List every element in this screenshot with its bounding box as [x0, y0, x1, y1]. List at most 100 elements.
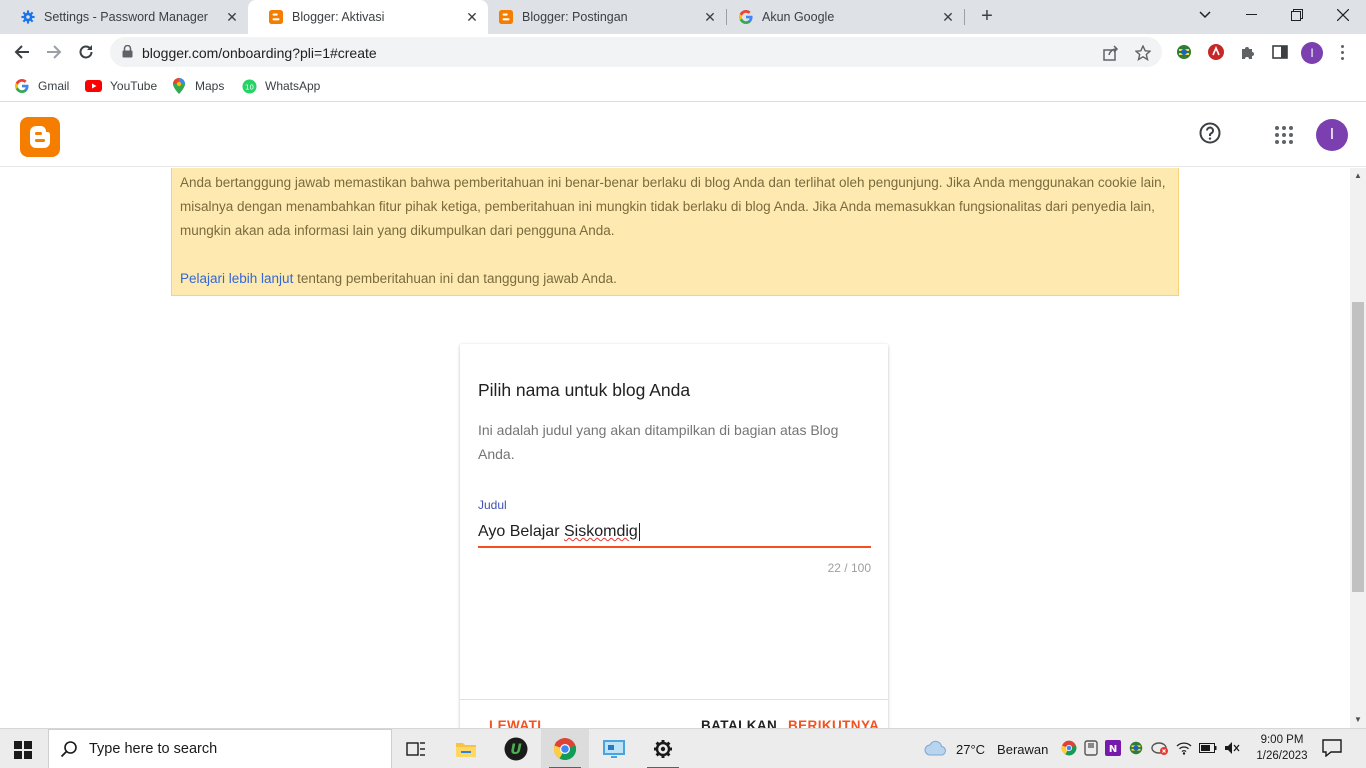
blogger-logo[interactable]	[20, 117, 60, 157]
title-field-label: Judul	[478, 498, 507, 512]
typed-text: Ayo Belajar	[478, 523, 564, 540]
device-tray-icon[interactable]	[1084, 739, 1098, 759]
browser-toolbar: blogger.com/onboarding?pli=1#create I	[0, 34, 1366, 70]
blog-name-dialog: Pilih nama untuk blog Anda Ini adalah ju…	[460, 344, 888, 728]
extension-red-icon[interactable]	[1206, 42, 1226, 62]
tab-akun-google[interactable]: Akun Google ✕	[728, 0, 964, 34]
bookmark-youtube[interactable]: YouTube	[84, 76, 157, 96]
side-panel-icon[interactable]	[1270, 42, 1290, 62]
file-explorer-icon[interactable]	[442, 729, 490, 768]
cancel-button[interactable]: BATALKAN	[701, 718, 777, 728]
tab-separator	[964, 9, 965, 25]
next-button[interactable]: BERIKUTNYA	[788, 718, 879, 728]
close-icon[interactable]: ✕	[938, 7, 958, 27]
blog-title-input[interactable]: Ayo Belajar Siskomdig	[478, 518, 871, 548]
wifi-icon[interactable]	[1176, 741, 1192, 758]
svg-text:U: U	[510, 742, 522, 758]
chrome-tray-icon[interactable]	[1061, 740, 1077, 759]
close-icon[interactable]: ✕	[222, 7, 242, 27]
restore-button[interactable]	[1274, 0, 1320, 30]
bookmark-label: Maps	[195, 79, 225, 93]
account-avatar[interactable]: I	[1316, 119, 1348, 151]
learn-more-link[interactable]: Pelajari lebih lanjut	[180, 271, 293, 286]
cookie-notice-banner: Anda bertanggung jawab memastikan bahwa …	[171, 168, 1179, 296]
learn-more-suffix: tentang pemberitahuan ini dan tanggung j…	[293, 271, 617, 286]
windows-start-icon[interactable]	[14, 741, 32, 759]
dialog-description: Ini adalah judul yang akan ditampilkan d…	[478, 422, 839, 462]
new-tab-button[interactable]: +	[976, 6, 998, 28]
extensions-puzzle-icon[interactable]	[1238, 42, 1258, 62]
bookmark-label: WhatsApp	[265, 79, 321, 93]
dialog-footer-divider	[460, 699, 888, 700]
tab-blogger-postingan[interactable]: Blogger: Postingan ✕	[488, 0, 726, 34]
browser-menu-icon[interactable]	[1334, 42, 1350, 62]
bookmark-gmail[interactable]: Gmail	[14, 76, 69, 96]
bookmark-star-icon[interactable]	[1134, 44, 1152, 62]
back-arrow-icon[interactable]	[10, 40, 34, 64]
text-caret	[638, 523, 640, 541]
skip-button[interactable]: LEWATI	[489, 718, 541, 728]
tab-blogger-aktivasi[interactable]: Blogger: Aktivasi ✕	[248, 0, 488, 34]
address-bar[interactable]: blogger.com/onboarding?pli=1#create	[110, 37, 1162, 67]
speaker-muted-icon[interactable]	[1224, 741, 1240, 758]
app-u-icon[interactable]: U	[492, 729, 540, 768]
taskbar-clock[interactable]: 9:00 PM 1/26/2023	[1250, 732, 1314, 764]
cloud-icon	[924, 740, 948, 759]
gear-icon	[20, 9, 36, 25]
tab-settings-password-manager[interactable]: Settings - Password Manager ✕	[0, 0, 248, 34]
task-view-icon[interactable]	[392, 729, 440, 768]
clock-date: 1/26/2023	[1256, 750, 1308, 762]
windows-taskbar: Type here to search U 27°C Berawan N 9:0…	[0, 728, 1366, 768]
google-apps-grid-icon[interactable]	[1274, 125, 1294, 145]
whatsapp-badge: 10	[245, 83, 254, 91]
scroll-down-arrow-icon[interactable]: ▼	[1354, 716, 1362, 724]
browser-tab-strip: Settings - Password Manager ✕ Blogger: A…	[0, 0, 1366, 34]
notification-icon[interactable]	[1322, 739, 1344, 759]
taskbar-search-box[interactable]: Type here to search	[48, 729, 392, 768]
profile-avatar[interactable]: I	[1301, 42, 1323, 64]
notice-text: Anda bertanggung jawab memastikan bahwa …	[180, 175, 1166, 238]
close-window-button[interactable]	[1320, 0, 1366, 30]
forward-arrow-icon[interactable]	[42, 40, 66, 64]
network-error-tray-icon[interactable]	[1151, 740, 1169, 759]
bookmark-maps[interactable]: Maps	[171, 76, 224, 96]
bookmark-label: YouTube	[110, 79, 158, 93]
tab-title: Akun Google	[762, 10, 835, 24]
extension-globe-icon[interactable]	[1174, 42, 1194, 62]
tab-separator	[726, 9, 727, 25]
main-content: Anda bertanggung jawab memastikan bahwa …	[0, 168, 1350, 728]
remote-desktop-icon[interactable]	[590, 729, 638, 768]
minimize-button[interactable]	[1228, 0, 1274, 30]
tab-title: Blogger: Postingan	[522, 10, 628, 24]
tab-search-chevron-down-icon[interactable]	[1182, 0, 1228, 30]
share-icon[interactable]	[1102, 44, 1120, 62]
tab-title: Settings - Password Manager	[44, 10, 208, 24]
globe-tray-icon[interactable]	[1128, 740, 1144, 759]
weather-description: Berawan	[997, 741, 1049, 757]
google-icon	[14, 78, 30, 94]
reload-icon[interactable]	[74, 40, 98, 64]
misspelled-word: Siskomdig	[563, 523, 638, 540]
scrollbar-thumb[interactable]	[1352, 302, 1364, 592]
settings-gear-icon[interactable]	[639, 729, 687, 768]
search-icon	[49, 740, 89, 758]
scroll-up-arrow-icon[interactable]: ▲	[1354, 172, 1362, 180]
help-icon[interactable]	[1198, 121, 1222, 145]
url-text: blogger.com/onboarding?pli=1#create	[142, 45, 377, 61]
close-icon[interactable]: ✕	[462, 7, 482, 27]
google-icon	[738, 9, 754, 25]
page-scrollbar[interactable]: ▲ ▼	[1350, 168, 1366, 728]
close-icon[interactable]: ✕	[700, 7, 720, 27]
lock-icon[interactable]	[122, 44, 133, 63]
bookmarks-bar: Gmail YouTube Maps 10 WhatsApp	[0, 70, 1366, 102]
onenote-tray-icon[interactable]: N	[1105, 739, 1121, 759]
blogger-header: I	[0, 103, 1366, 167]
weather-widget[interactable]: 27°C Berawan	[924, 729, 1048, 768]
character-counter: 22 / 100	[827, 561, 871, 575]
battery-icon[interactable]	[1199, 742, 1217, 757]
system-tray-icons: N	[1061, 729, 1240, 768]
bookmark-whatsapp[interactable]: 10 WhatsApp	[241, 76, 320, 96]
blogger-icon	[498, 9, 514, 25]
chrome-icon[interactable]	[541, 729, 589, 768]
dialog-title: Pilih nama untuk blog Anda	[478, 380, 691, 400]
